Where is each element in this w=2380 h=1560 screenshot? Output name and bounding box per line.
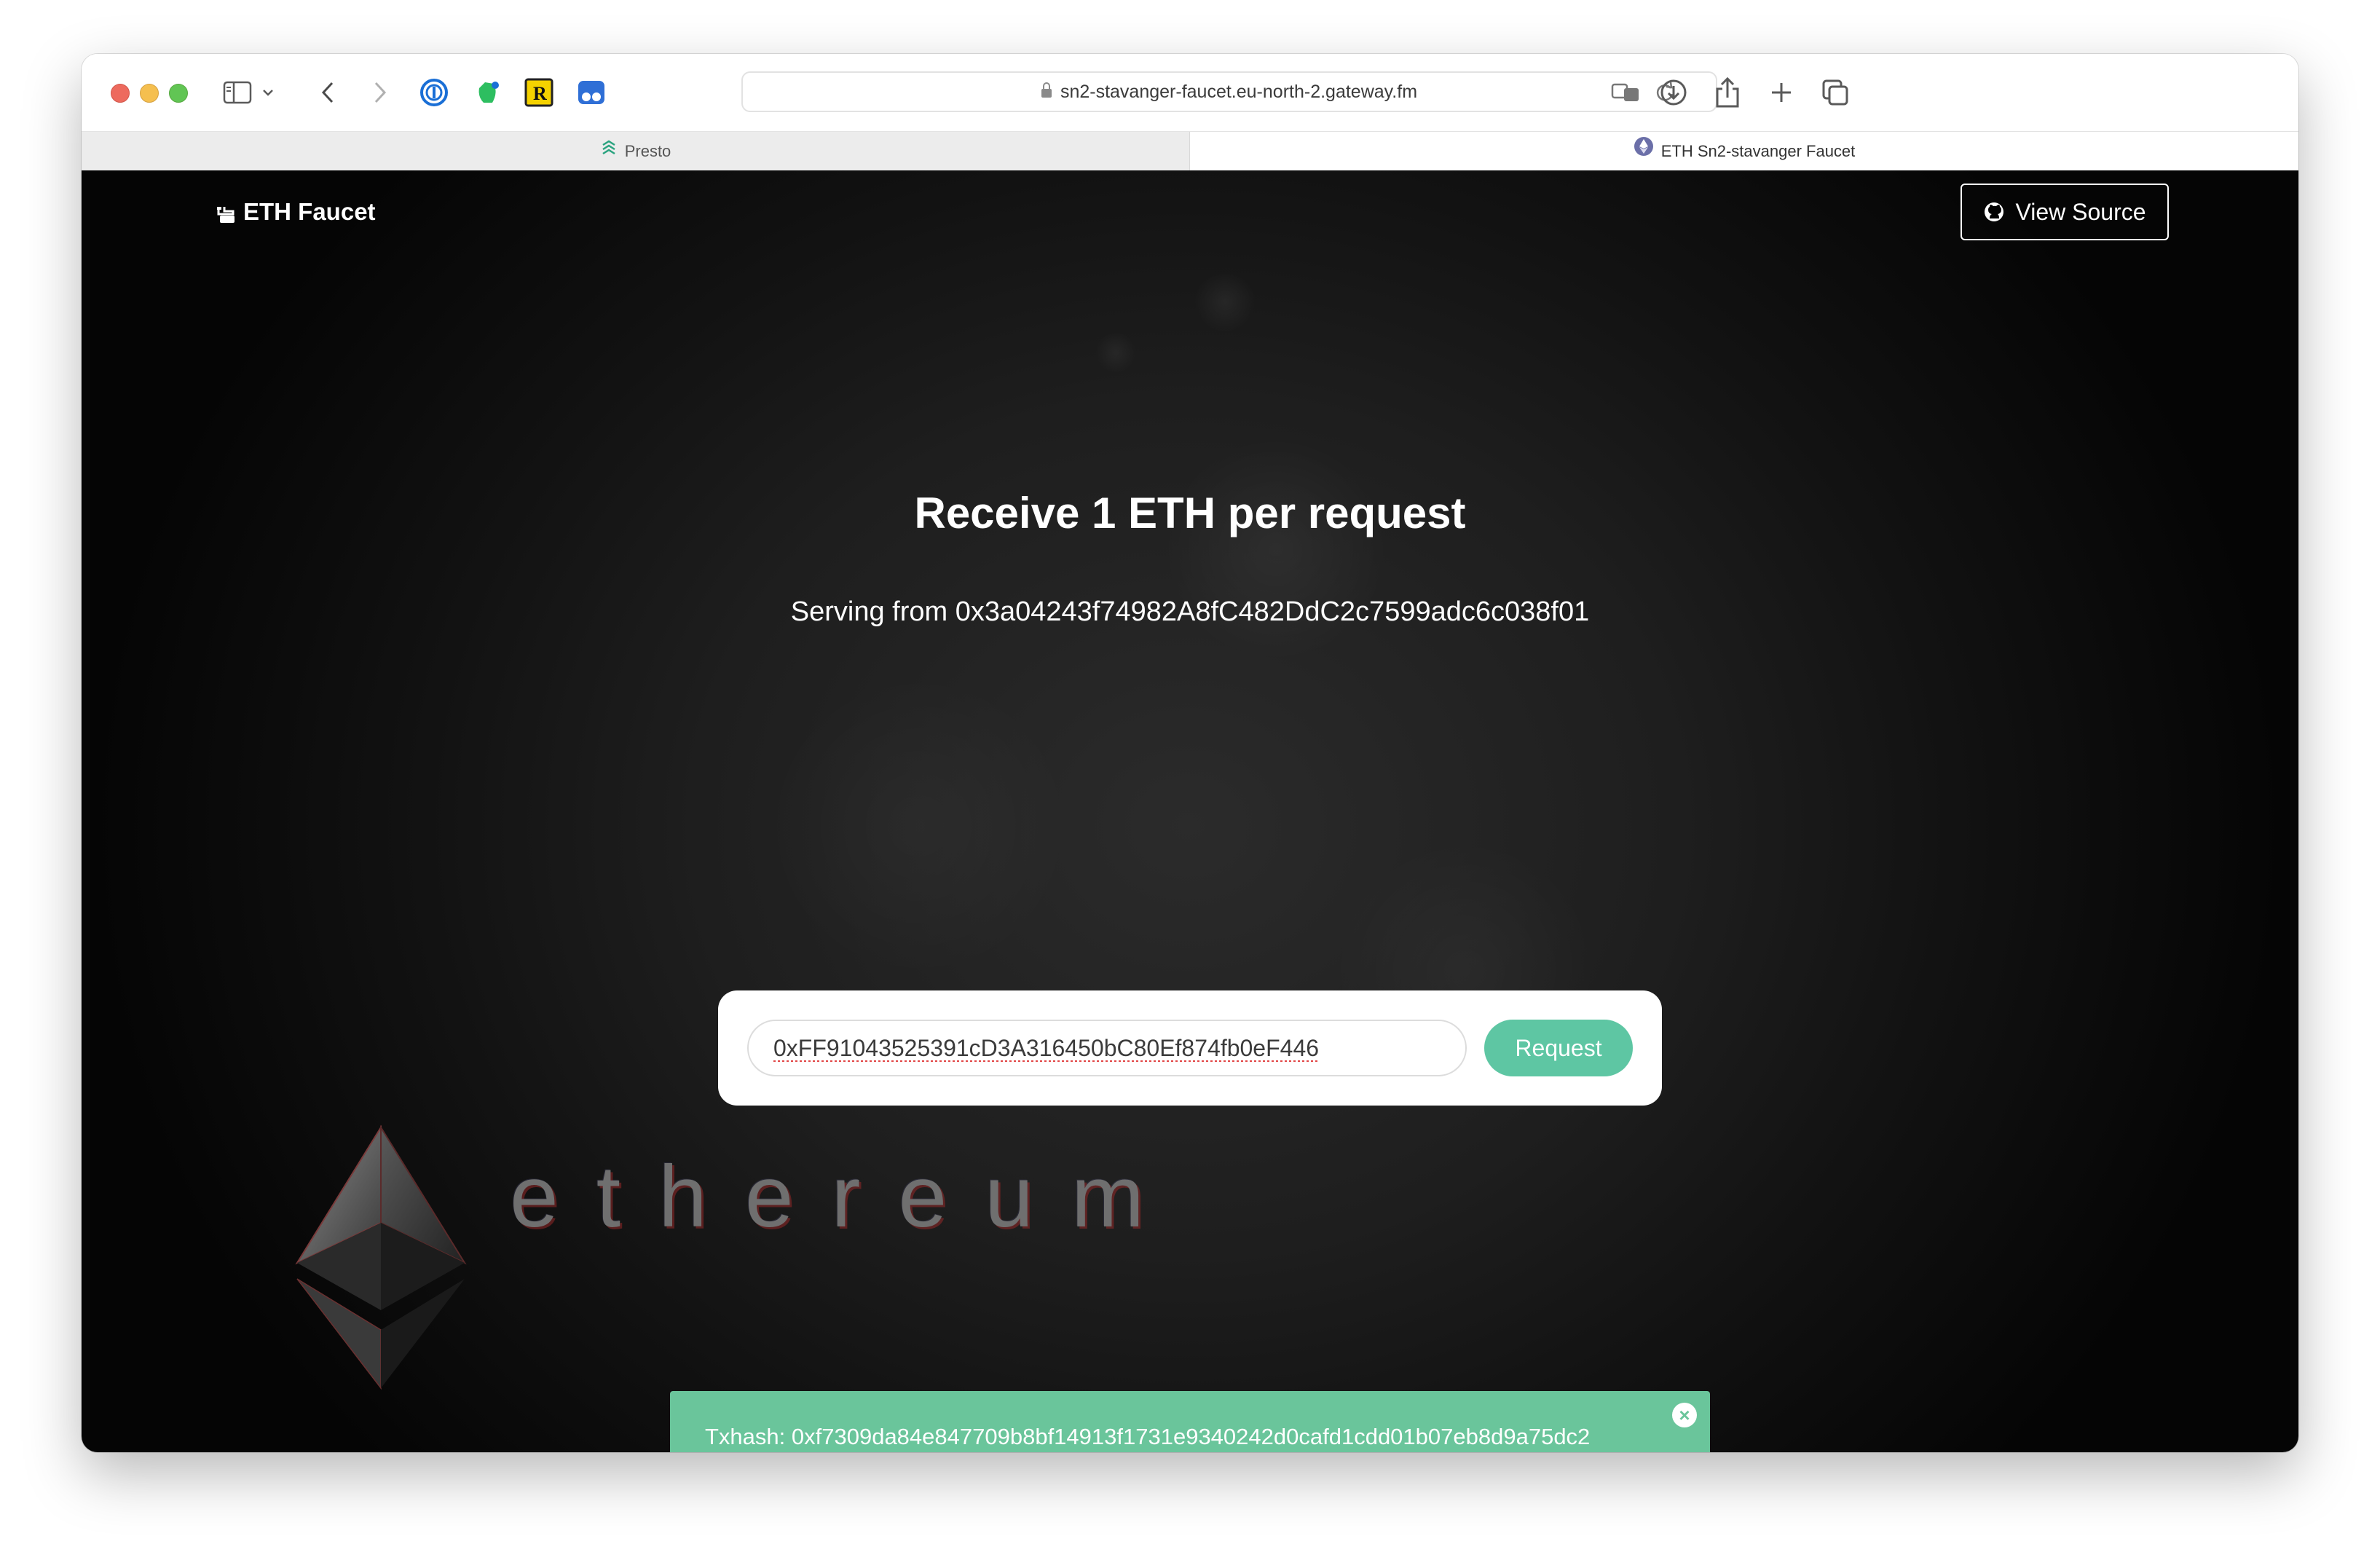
sidebar-toggle-icon[interactable] xyxy=(221,76,253,109)
request-form: Request xyxy=(718,990,1662,1106)
tab-bar: Presto ETH Sn2-stavanger Faucet xyxy=(82,131,2298,170)
close-window-button[interactable] xyxy=(111,84,130,103)
password-manager-icon[interactable] xyxy=(418,76,450,109)
share-icon[interactable] xyxy=(1711,76,1743,109)
txhash-toast: Txhash: 0xf7309da84e847709b8bf14913f1731… xyxy=(670,1391,1710,1452)
browser-window: R sn2-stavanger-faucet.eu-north-2.gatewa… xyxy=(82,54,2298,1452)
extension-icon[interactable] xyxy=(575,76,607,109)
ethereum-favicon-icon xyxy=(1634,132,1654,170)
close-icon[interactable]: × xyxy=(1672,1403,1697,1427)
tab-presto[interactable]: Presto xyxy=(82,132,1190,170)
back-icon[interactable] xyxy=(313,76,342,109)
new-tab-icon[interactable] xyxy=(1765,76,1797,109)
tab-label: ETH Sn2-stavanger Faucet xyxy=(1660,142,1856,160)
zoom-window-button[interactable] xyxy=(169,84,188,103)
page-title: Receive 1 ETH per request xyxy=(914,489,1466,537)
url-text: sn2-stavanger-faucet.eu-north-2.gateway.… xyxy=(1060,82,1418,102)
serving-address: Serving from 0x3a04243f74982A8fC482DdC2c… xyxy=(790,596,1590,627)
chevron-down-icon[interactable] xyxy=(259,76,277,109)
tab-eth-faucet[interactable]: ETH Sn2-stavanger Faucet xyxy=(1190,132,2298,170)
faucet-icon xyxy=(216,201,237,223)
view-source-button[interactable]: View Source xyxy=(1961,184,2169,240)
github-icon xyxy=(1985,202,2004,221)
minimize-window-button[interactable] xyxy=(140,84,159,103)
ethereum-wordmark: ethereum xyxy=(510,1148,1182,1245)
brand-label: ETH Faucet xyxy=(243,198,376,225)
address-bar[interactable]: sn2-stavanger-faucet.eu-north-2.gateway.… xyxy=(741,71,1717,112)
toast-message: Txhash: 0xf7309da84e847709b8bf14913f1731… xyxy=(705,1424,1591,1449)
evernote-icon[interactable] xyxy=(470,76,503,109)
page-content: ETH Faucet View Source Receive 1 ETH per… xyxy=(82,170,2298,1452)
request-button[interactable]: Request xyxy=(1484,1020,1633,1076)
readwise-icon[interactable]: R xyxy=(523,76,555,109)
download-icon[interactable] xyxy=(1658,76,1690,109)
browser-toolbar: R sn2-stavanger-faucet.eu-north-2.gatewa… xyxy=(82,54,2298,131)
svg-text:R: R xyxy=(533,83,547,104)
brand-link[interactable]: ETH Faucet xyxy=(216,197,376,227)
ethereum-logo-icon xyxy=(295,1124,467,1390)
tab-overview-icon[interactable] xyxy=(1818,76,1853,109)
forward-icon[interactable] xyxy=(366,76,395,109)
presto-favicon-icon xyxy=(600,132,618,170)
translate-icon[interactable] xyxy=(1609,76,1642,109)
lock-icon xyxy=(1041,82,1052,98)
address-input[interactable] xyxy=(747,1020,1467,1076)
view-source-label: View Source xyxy=(2015,198,2146,225)
tab-label: Presto xyxy=(624,142,671,160)
